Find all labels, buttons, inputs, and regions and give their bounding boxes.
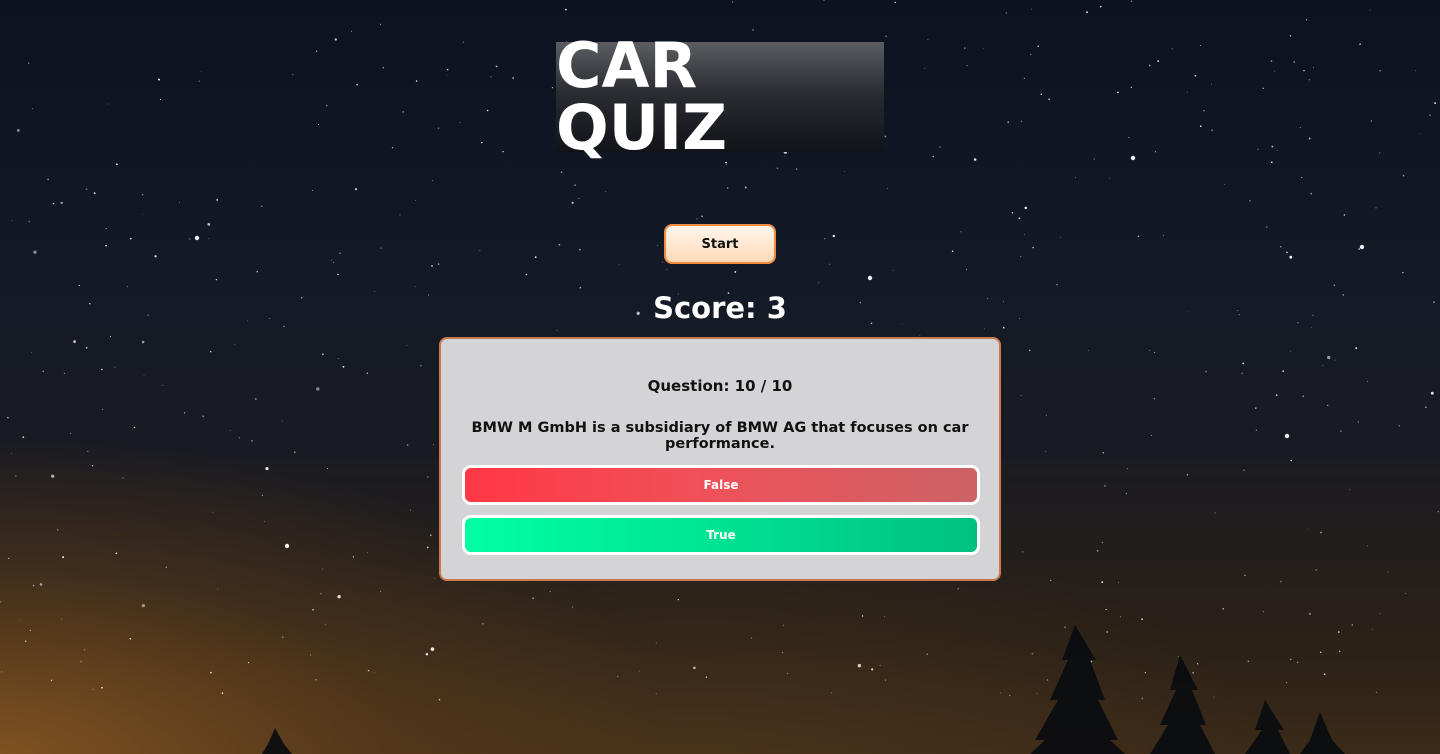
- start-button[interactable]: Start: [664, 224, 776, 264]
- title-banner: CAR QUIZ: [556, 35, 884, 159]
- tree-silhouettes: [262, 625, 1345, 754]
- question-card: Question: 10 / 10 BMW M GmbH is a subsid…: [439, 337, 1001, 581]
- score-display: Score: 3: [653, 291, 787, 325]
- answer-false-button[interactable]: False: [462, 465, 980, 505]
- answer-true-button[interactable]: True: [462, 515, 980, 555]
- question-counter: Question: 10 / 10: [647, 377, 793, 395]
- app-title: CAR QUIZ: [556, 29, 728, 164]
- question-text: BMW M GmbH is a subsidiary of BMW AG tha…: [471, 420, 969, 452]
